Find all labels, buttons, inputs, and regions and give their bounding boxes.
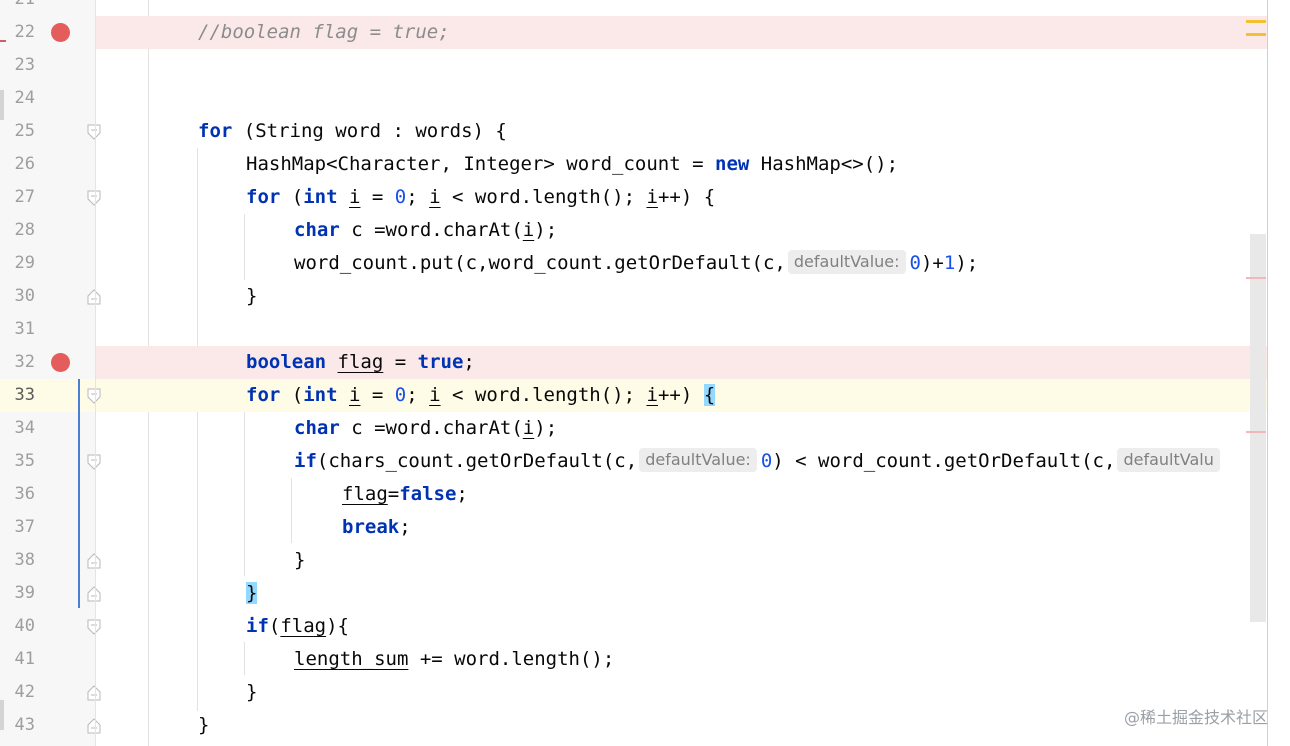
- line-number: 24: [14, 88, 35, 108]
- line-number: 39: [14, 583, 35, 603]
- line-number: 43: [14, 715, 35, 735]
- line-number: 32: [14, 352, 35, 372]
- code-line[interactable]: 41 length_sum += word.length();: [0, 643, 1268, 676]
- code-text: length_sum += word.length();: [294, 648, 615, 670]
- parameter-hint: defaultValu: [1117, 448, 1220, 472]
- code-line[interactable]: 42 }: [0, 676, 1268, 709]
- code-line[interactable]: 21: [0, 0, 1268, 16]
- fold-open-icon[interactable]: [87, 388, 101, 404]
- code-text: HashMap<Character, Integer> word_count =…: [246, 153, 899, 175]
- fold-close-icon[interactable]: [87, 586, 101, 602]
- code-text: }: [246, 285, 258, 307]
- line-number: 41: [14, 649, 35, 669]
- fold-open-icon[interactable]: [87, 190, 101, 206]
- left-edge-marker: [0, 700, 4, 730]
- line-number: 30: [14, 286, 35, 306]
- code-line[interactable]: 40 if(flag){: [0, 610, 1268, 643]
- matched-brace: }: [246, 582, 258, 604]
- code-text: }: [246, 577, 258, 610]
- code-line[interactable]: 34 char c =word.charAt(i);: [0, 412, 1268, 445]
- line-number: 28: [14, 220, 35, 240]
- warning-stripe-mark[interactable]: [1246, 33, 1266, 36]
- line-number: 25: [14, 121, 35, 141]
- code-line[interactable]: 32 boolean flag = true;: [0, 346, 1268, 379]
- breakpoint-icon[interactable]: [51, 353, 70, 372]
- line-number: 22: [14, 22, 35, 42]
- code-text: break;: [342, 516, 411, 538]
- line-number: 35: [14, 451, 35, 471]
- line-number: 26: [14, 154, 35, 174]
- gutter-separator: [95, 0, 96, 746]
- code-line[interactable]: 31: [0, 313, 1268, 346]
- line-number: 27: [14, 187, 35, 207]
- watermark: @稀土掘金技术社区: [1123, 708, 1268, 727]
- fold-close-icon[interactable]: [87, 553, 101, 569]
- matched-brace: {: [703, 384, 716, 406]
- code-line[interactable]: 30 }: [0, 280, 1268, 313]
- code-text: char c =word.charAt(i);: [294, 417, 558, 439]
- code-text: for (int i = 0; i < word.length(); i++) …: [246, 384, 716, 406]
- code-text: }: [246, 681, 258, 703]
- line-number: 37: [14, 517, 35, 537]
- left-edge-marker: [0, 40, 6, 42]
- code-text: }: [294, 549, 306, 571]
- fold-open-icon[interactable]: [87, 619, 101, 635]
- code-text: if(chars_count.getOrDefault(c, defaultVal…: [294, 445, 1224, 478]
- code-line[interactable]: 26 HashMap<Character, Integer> word_coun…: [0, 148, 1268, 181]
- code-line-current[interactable]: 33 for (int i = 0; i < word.length(); i+…: [0, 379, 1268, 412]
- fold-open-icon[interactable]: [87, 124, 101, 140]
- code-text: //boolean flag = true;: [198, 16, 450, 49]
- comment-text: //boolean flag = true;: [198, 21, 450, 43]
- line-number: 42: [14, 682, 35, 702]
- editor-right-border: [1267, 0, 1268, 746]
- breakpoint-icon[interactable]: [51, 23, 70, 42]
- fold-close-icon[interactable]: [87, 718, 101, 734]
- line-number: 33: [14, 385, 35, 405]
- code-text: word_count.put(c,word_count.getOrDefault…: [294, 250, 979, 274]
- code-text: for (String word : words) {: [198, 120, 507, 142]
- parameter-hint: defaultValue:: [787, 250, 906, 274]
- line-number: 36: [14, 484, 35, 504]
- code-text: for (int i = 0; i < word.length(); i++) …: [246, 186, 716, 208]
- code-line[interactable]: 35 if(chars_count.getOrDefault(c, default…: [0, 445, 1268, 478]
- line-number: 23: [14, 55, 35, 75]
- left-edge-marker: [0, 90, 4, 120]
- line-number: 29: [14, 253, 35, 273]
- line-number: 40: [14, 616, 35, 636]
- breakpoint-stripe-mark[interactable]: [1246, 277, 1266, 279]
- vcs-change-marker[interactable]: [78, 379, 80, 608]
- code-text: flag=false;: [342, 483, 468, 505]
- line-number: 38: [14, 550, 35, 570]
- code-line[interactable]: 37 break;: [0, 511, 1268, 544]
- code-line[interactable]: 25 for (String word : words) {: [0, 115, 1268, 148]
- code-line[interactable]: 24: [0, 82, 1268, 115]
- line-number: 21: [0, 0, 35, 16]
- code-line[interactable]: 27 for (int i = 0; i < word.length(); i+…: [0, 181, 1268, 214]
- vertical-scrollbar-thumb[interactable]: [1250, 234, 1266, 622]
- code-line[interactable]: 38 }: [0, 544, 1268, 577]
- code-line[interactable]: 36 flag=false;: [0, 478, 1268, 511]
- code-editor[interactable]: 21 22 //boolean flag = true; 23 24 25 fo…: [0, 0, 1268, 746]
- line-number: 31: [14, 319, 35, 339]
- breakpoint-stripe-mark[interactable]: [1246, 431, 1266, 433]
- parameter-hint: defaultValue:: [639, 448, 757, 472]
- code-line[interactable]: 29 word_count.put(c,word_count.getOrDefa…: [0, 247, 1268, 280]
- code-line[interactable]: 28 char c =word.charAt(i);: [0, 214, 1268, 247]
- code-line[interactable]: 22 //boolean flag = true;: [0, 16, 1268, 49]
- code-line[interactable]: 39 }: [0, 577, 1268, 610]
- code-text: if(flag){: [246, 615, 349, 637]
- code-line[interactable]: 23: [0, 49, 1268, 82]
- warning-stripe-mark[interactable]: [1246, 20, 1266, 23]
- fold-close-icon[interactable]: [87, 289, 101, 305]
- code-text: char c =word.charAt(i);: [294, 219, 558, 241]
- fold-open-icon[interactable]: [87, 454, 101, 470]
- fold-close-icon[interactable]: [87, 685, 101, 701]
- line-number: 34: [14, 418, 35, 438]
- code-text: boolean flag = true;: [246, 351, 475, 373]
- code-text: }: [198, 714, 210, 736]
- code-line[interactable]: 43 }: [0, 709, 1268, 742]
